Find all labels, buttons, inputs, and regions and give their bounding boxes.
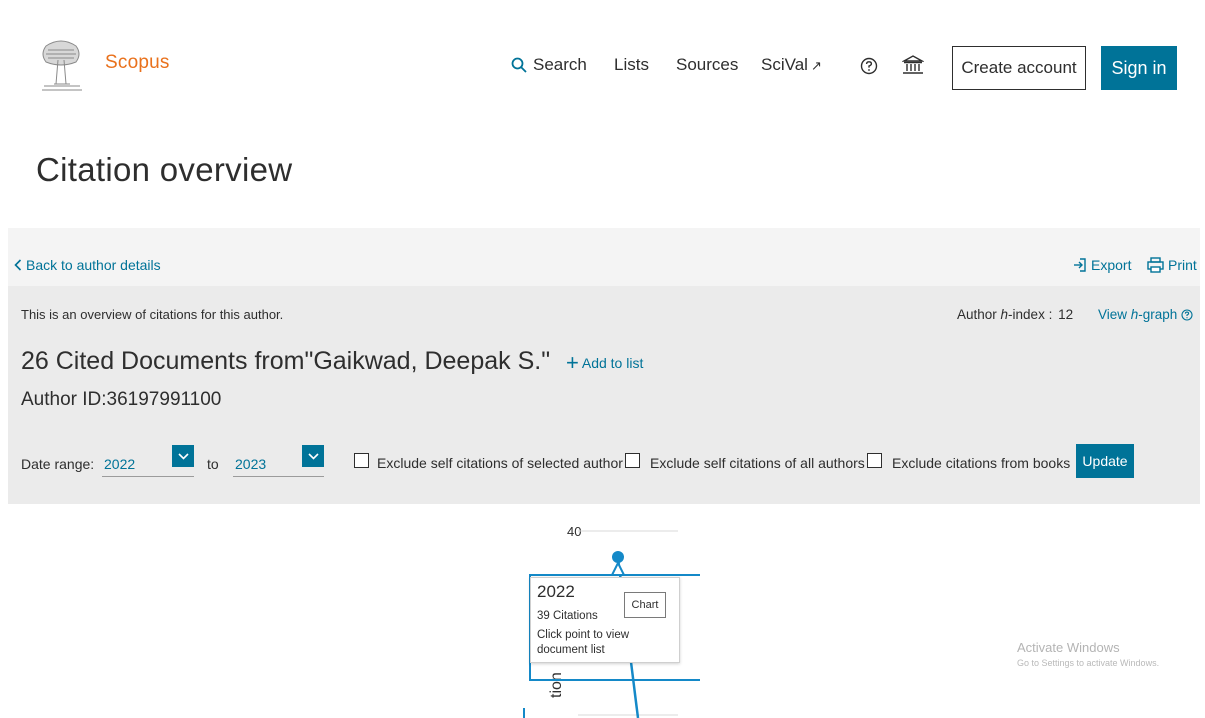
back-to-author-label: Back to author details <box>26 257 161 273</box>
author-id: Author ID:36197991100 <box>21 389 222 410</box>
from-year-value: 2022 <box>104 456 136 472</box>
hindex-label-h: h <box>1000 307 1009 322</box>
print-label: Print <box>1168 257 1197 273</box>
plus-icon: + <box>566 350 579 375</box>
tooltip-citations: 39 Citations <box>537 610 598 622</box>
update-button[interactable]: Update <box>1076 444 1134 478</box>
chevron-left-icon <box>14 259 22 271</box>
view-h-graph-link[interactable]: View h-graph <box>1098 307 1193 322</box>
activate-windows-title: Activate Windows <box>1017 640 1120 655</box>
print-link[interactable]: Print <box>1147 257 1197 273</box>
tooltip-year: 2022 <box>537 582 575 601</box>
exclude-self-all-checkbox[interactable] <box>625 453 640 468</box>
chevron-down-icon <box>302 445 324 467</box>
chart-tooltip: 2022 39 Citations Click point to view do… <box>530 577 680 663</box>
y-axis-title-partial: tion <box>548 672 565 698</box>
chevron-down-icon <box>172 445 194 467</box>
h-graph-label: View h-graph <box>1098 307 1177 322</box>
export-icon <box>1074 258 1086 272</box>
overview-intro-text: This is an overview of citations for thi… <box>21 307 284 322</box>
hindex-label-pre: Author <box>957 307 1001 322</box>
nav-search[interactable]: Search <box>511 55 587 75</box>
export-link[interactable]: Export <box>1073 257 1131 273</box>
to-year-select[interactable]: 2023 <box>233 445 324 477</box>
scopus-brand[interactable]: Scopus <box>105 52 170 74</box>
site-header: Scopus Search Lists Sources SciVal ↗ Crea… <box>0 0 1205 120</box>
tooltip-hint: Click point to view document list <box>537 629 630 656</box>
tooltip-chart-button[interactable]: Chart <box>624 592 666 618</box>
hindex-value: 12 <box>1058 307 1074 322</box>
elsevier-logo-icon[interactable] <box>36 36 86 94</box>
add-to-list-label: Add to list <box>581 355 644 371</box>
nav-sources[interactable]: Sources <box>676 55 738 75</box>
hgraph-post: -graph <box>1138 307 1178 322</box>
help-circle-icon <box>1181 308 1193 321</box>
hgraph-pre: View <box>1098 307 1131 322</box>
hindex-label-post: -index : <box>1008 307 1057 322</box>
nav-search-label: Search <box>533 55 587 74</box>
nav-scival[interactable]: SciVal ↗ <box>761 55 822 75</box>
export-label: Export <box>1091 257 1132 273</box>
cited-documents-heading: 26 Cited Documents from"Gaikwad, Deepak … <box>21 347 551 375</box>
exclude-self-selected-label: Exclude self citations of selected autho… <box>377 455 623 471</box>
exclude-self-selected-checkbox[interactable] <box>354 453 369 468</box>
to-year-value: 2023 <box>235 456 267 472</box>
sign-in-button[interactable]: Sign in <box>1101 46 1177 90</box>
external-link-icon: ↗ <box>810 58 822 73</box>
toolbar-band <box>8 228 1200 286</box>
exclude-books-label: Exclude citations from books <box>892 455 1071 471</box>
create-account-button[interactable]: Create account <box>952 46 1086 90</box>
nav-lists[interactable]: Lists <box>614 55 649 75</box>
nav-scival-label: SciVal <box>761 55 808 74</box>
activate-windows-subtitle: Go to Settings to activate Windows. <box>1017 658 1160 668</box>
help-icon[interactable] <box>860 57 878 75</box>
search-icon <box>511 57 527 73</box>
tooltip-pointer <box>610 560 626 576</box>
printer-icon <box>1147 257 1164 273</box>
page-title: Citation overview <box>36 151 293 188</box>
back-to-author-link[interactable]: Back to author details <box>14 257 161 273</box>
date-range-label: Date range: <box>21 456 95 472</box>
exclude-books-checkbox[interactable] <box>867 453 882 468</box>
from-year-select[interactable]: 2022 <box>102 445 194 477</box>
exclude-self-all-label: Exclude self citations of all authors <box>650 455 865 471</box>
add-to-list-button[interactable]: + Add to list <box>566 350 644 375</box>
institution-icon[interactable] <box>902 54 924 76</box>
author-h-index: Author h-index : 12 <box>957 307 1073 322</box>
to-label: to <box>207 456 219 472</box>
